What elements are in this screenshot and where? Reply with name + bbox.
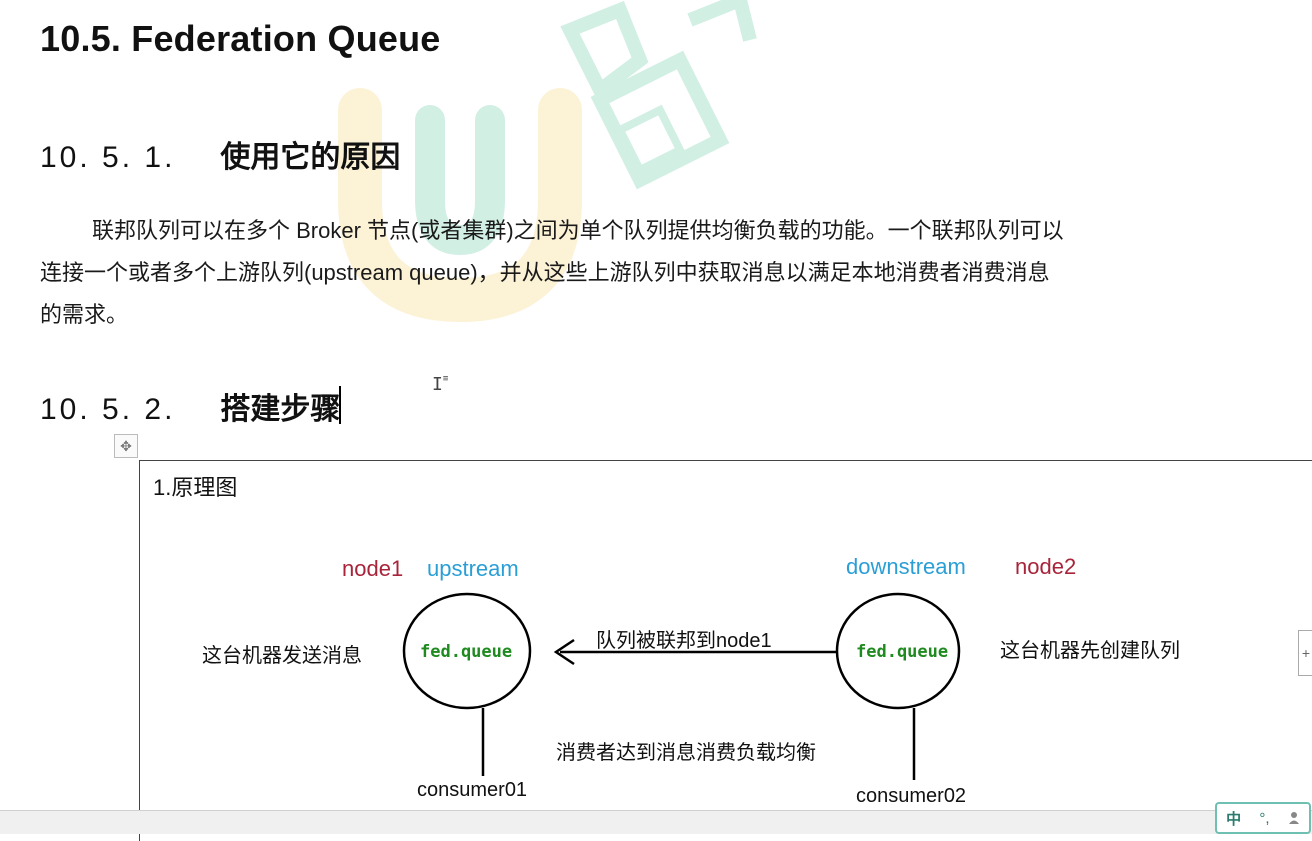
consumer02-label: consumer02 — [856, 785, 967, 807]
side-expand-tab[interactable]: + — [1298, 630, 1312, 676]
horizontal-scrollbar[interactable] — [0, 810, 1312, 834]
person-icon[interactable] — [1288, 811, 1300, 825]
diagram-drawing — [402, 592, 961, 780]
ime-toolbar[interactable]: 中 °, — [1215, 802, 1311, 834]
consumer01-label: consumer01 — [417, 779, 528, 801]
ime-punct-toggle[interactable]: °, — [1259, 810, 1269, 827]
right-queue-name: fed.queue — [856, 642, 949, 662]
ime-lang-toggle[interactable]: 中 — [1226, 808, 1241, 829]
left-queue-name: fed.queue — [420, 642, 513, 662]
